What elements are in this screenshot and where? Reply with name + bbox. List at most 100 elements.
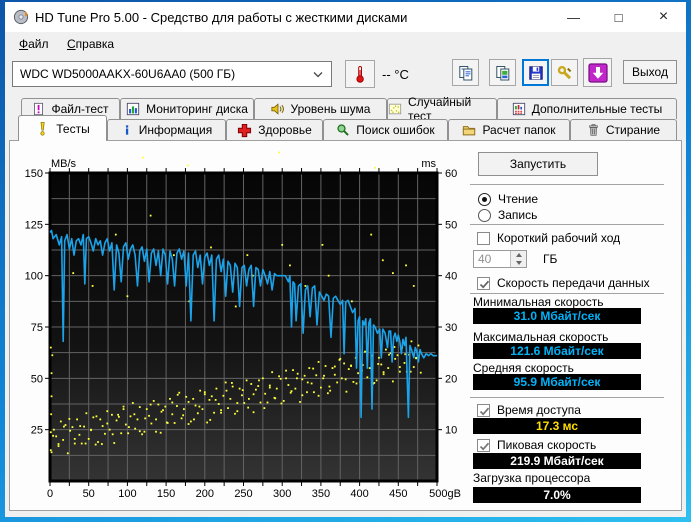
tab-label: Информация: [138, 123, 213, 137]
random-test-icon: [388, 102, 402, 116]
tab-disk-monitor[interactable]: Мониторинг диска: [120, 98, 254, 119]
close-button[interactable]: ×: [641, 2, 686, 32]
svg-text:25: 25: [31, 425, 43, 437]
short-stroke-checkbox[interactable]: [477, 231, 490, 245]
burst-rate-value: 219.9 Мбайт/сек: [473, 453, 641, 469]
svg-text:350: 350: [312, 488, 330, 500]
update-button[interactable]: [583, 58, 612, 87]
spinner-down-button[interactable]: [511, 259, 526, 267]
mode-read-option[interactable]: Чтение: [478, 192, 538, 206]
burst-rate-option[interactable]: Пиковая скорость: [477, 438, 596, 452]
copy-text-icon: [458, 65, 472, 80]
separator: [470, 224, 664, 225]
title-bar: HD Tune Pro 5.00 - Средство для работы с…: [5, 2, 686, 32]
dropdown-arrow-icon: [313, 71, 323, 78]
transfer-rate-option[interactable]: Скорость передачи данных: [477, 276, 650, 290]
menu-help[interactable]: Справка: [60, 32, 121, 55]
tab-label: Уровень шума: [290, 102, 371, 116]
copy-image-button[interactable]: [489, 59, 516, 86]
svg-text:10: 10: [445, 425, 457, 437]
min-speed-value: 31.0 Мбайт/сек: [473, 308, 641, 324]
access-time-checkbox[interactable]: [477, 403, 490, 417]
svg-text:40: 40: [445, 271, 457, 283]
read-label: Чтение: [498, 192, 539, 206]
transfer-rate-checkbox[interactable]: [477, 276, 490, 290]
tab-label: Мониторинг диска: [146, 102, 248, 116]
window-title: HD Tune Pro 5.00 - Средство для работы с…: [35, 9, 408, 25]
svg-text:50: 50: [83, 488, 95, 500]
menu-file[interactable]: Файл: [12, 32, 56, 55]
write-radio[interactable]: [478, 208, 491, 222]
burst-rate-label: Пиковая скорость: [497, 438, 597, 452]
burst-rate-checkbox[interactable]: [477, 438, 490, 452]
svg-text:400: 400: [350, 488, 368, 500]
tab-tests[interactable]: Тесты: [18, 115, 107, 141]
tab-label: Тесты: [56, 121, 90, 136]
tab-folder-usage[interactable]: Расчет папок: [448, 119, 570, 140]
menu-bar: Файл Справка: [5, 32, 686, 56]
svg-text:450: 450: [389, 488, 407, 500]
tests-icon: [35, 121, 50, 137]
svg-text:300: 300: [273, 488, 291, 500]
cpu-usage-value: 7.0%: [473, 487, 641, 503]
spinner-up-button[interactable]: [511, 251, 526, 259]
access-time-value: 17.3 мс: [473, 418, 641, 434]
save-button[interactable]: [522, 59, 549, 86]
svg-text:150: 150: [157, 488, 175, 500]
tab-extra-tests[interactable]: Дополнительные тесты: [497, 98, 677, 119]
separator: [470, 184, 664, 185]
tab-random-test[interactable]: Случайный тест: [387, 95, 497, 123]
folder-usage-icon: [462, 123, 476, 137]
minimize-button[interactable]: —: [551, 2, 596, 32]
avg-speed-value: 95.9 Мбайт/сек: [473, 374, 641, 390]
svg-text:30: 30: [445, 322, 457, 334]
extra-tests-icon: [512, 102, 526, 116]
disk-monitor-icon: [126, 102, 140, 116]
svg-text:ms: ms: [421, 158, 436, 170]
drive-select[interactable]: WDC WD5000AAKX-60U6AA0 (500 ГБ): [12, 61, 332, 87]
svg-text:50: 50: [445, 219, 457, 231]
short-stroke-size-value[interactable]: 40: [474, 251, 510, 267]
svg-text:100: 100: [25, 271, 43, 283]
tab-label: Дополнительные тесты: [531, 102, 663, 116]
svg-text:MB/s: MB/s: [51, 158, 77, 170]
tab-erase[interactable]: Стирание: [570, 119, 677, 140]
health-icon: [237, 123, 252, 138]
tab-label: Поиск ошибок: [356, 123, 435, 137]
read-radio[interactable]: [478, 192, 491, 206]
drive-select-value: WDC WD5000AAKX-60U6AA0 (500 ГБ): [20, 67, 236, 81]
options-icon: [557, 65, 571, 79]
options-button[interactable]: [551, 59, 578, 86]
mode-write-option[interactable]: Запись: [478, 208, 537, 222]
transfer-rate-label: Скорость передачи данных: [497, 276, 650, 290]
tab-info[interactable]: Информация: [107, 119, 226, 140]
short-stroke-size-spinner[interactable]: 40: [473, 250, 527, 268]
tab-health[interactable]: Здоровье: [226, 119, 323, 140]
svg-text:50: 50: [31, 373, 43, 385]
tab-label: Файл-тест: [51, 102, 109, 116]
start-button[interactable]: Запустить: [478, 152, 598, 176]
short-stroke-option[interactable]: Короткий рабочий ход: [477, 231, 620, 245]
error-scan-icon: [336, 123, 350, 137]
max-speed-label: Максимальная скорость: [473, 330, 609, 344]
temperature-button[interactable]: [345, 60, 375, 88]
svg-text:75: 75: [31, 322, 43, 334]
benchmark-chart: 0 50 100 150 200 250 300 350 400 450 500gB 150 125 10…: [25, 151, 461, 500]
tab-label: Здоровье: [258, 123, 312, 137]
access-time-option[interactable]: Время доступа: [477, 403, 581, 417]
temperature-readout: -- °C: [382, 66, 409, 82]
tab-label: Стирание: [605, 123, 661, 137]
download-icon: [587, 62, 608, 83]
short-stroke-label: Короткий рабочий ход: [497, 231, 621, 245]
maximize-button[interactable]: □: [596, 2, 641, 32]
separator: [470, 397, 664, 398]
exit-button[interactable]: Выход: [623, 60, 677, 84]
access-time-label: Время доступа: [497, 403, 581, 417]
tab-error-scan[interactable]: Поиск ошибок: [323, 119, 448, 140]
app-icon: [13, 9, 29, 25]
svg-text:20: 20: [445, 373, 457, 385]
svg-text:150: 150: [25, 168, 43, 180]
tab-noise-level[interactable]: Уровень шума: [254, 98, 387, 119]
copy-text-button[interactable]: [452, 59, 479, 86]
min-speed-label: Минимальная скорость: [473, 295, 604, 309]
